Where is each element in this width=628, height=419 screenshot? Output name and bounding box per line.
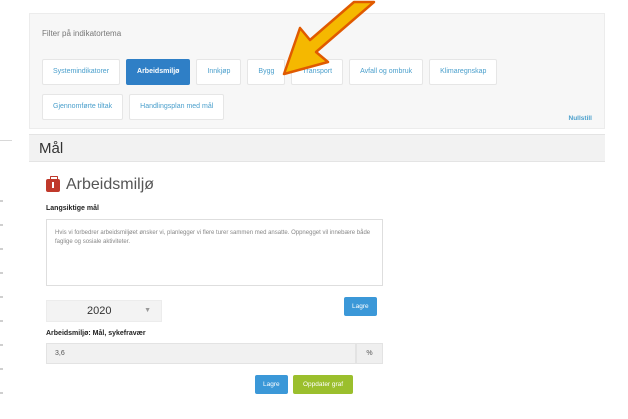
metric-label: Arbeidsmiljø: Mål, sykefravær [46, 330, 146, 337]
section-heading: Arbeidsmiljø [46, 175, 155, 194]
update-chart-button[interactable]: Oppdater graf [293, 375, 354, 394]
year-select[interactable]: 2020 ▼ [46, 300, 162, 322]
filter-innkjop[interactable]: Innkjøp [196, 59, 242, 85]
filter-gjennomforte-tiltak[interactable]: Gjennomførte tiltak [42, 94, 124, 120]
goals-title: Mål [39, 140, 64, 157]
filter-row-2: Gjennomførte tiltak Handlingsplan med må… [42, 94, 225, 120]
arrow-pointer-icon [282, 0, 376, 76]
longterm-goals-textarea[interactable]: Hvis vi forbedrer arbeidsmiljøet ønsker … [46, 219, 383, 286]
filter-arbeidsmiljo[interactable]: Arbeidsmiljø [126, 59, 191, 85]
filter-systemindikatorer[interactable]: Systemindikatorer [42, 59, 121, 85]
save-button[interactable]: Lagre [344, 297, 377, 316]
year-value: 2020 [87, 305, 112, 317]
unit-addon: % [356, 343, 383, 364]
left-divider [0, 140, 12, 141]
filter-handlingsplan[interactable]: Handlingsplan med mål [129, 94, 225, 120]
goals-header-bar: Mål [29, 134, 605, 162]
longterm-goals-label: Langsiktige mål [46, 205, 99, 212]
briefcase-icon [46, 175, 60, 192]
save-button-2[interactable]: Lagre [255, 375, 288, 394]
metric-value-input[interactable]: 3,6 [46, 343, 356, 364]
chevron-down-icon: ▼ [144, 307, 151, 314]
reset-link[interactable]: Nullstill [569, 115, 592, 122]
filter-klimaregnskap[interactable]: Klimaregnskap [429, 59, 498, 85]
section-title: Arbeidsmiljø [66, 176, 155, 193]
filter-title: Filter på indikatortema [42, 29, 122, 38]
left-list-fragment [0, 200, 3, 400]
